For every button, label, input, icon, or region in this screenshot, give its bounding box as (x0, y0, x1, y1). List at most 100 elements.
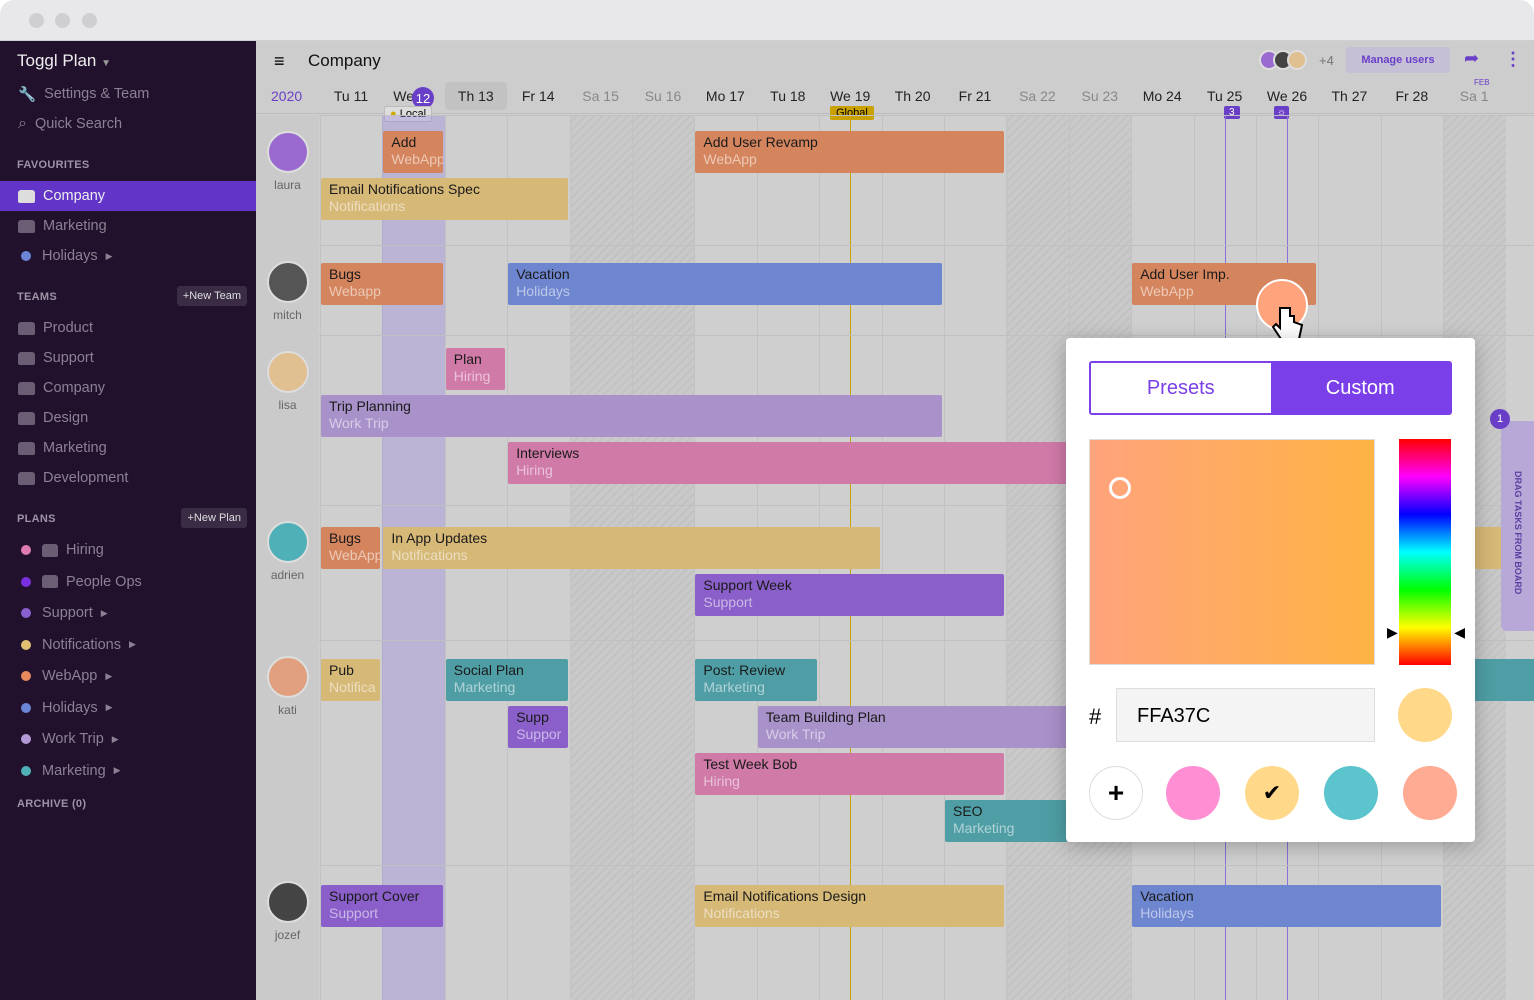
day-header[interactable]: Tu 11 (320, 88, 382, 104)
task-bar[interactable]: Bugs WebApp (321, 527, 381, 569)
minimize-window-button[interactable] (55, 13, 70, 28)
favourite-item[interactable]: Holidays ▶ (0, 241, 256, 271)
day-header[interactable]: Mo 24 (1131, 88, 1193, 104)
day-header[interactable]: Th 20 (882, 88, 944, 104)
hue-handle-right-icon[interactable]: ◀ (1454, 624, 1465, 641)
task-bar[interactable]: Email Notifications Spec Notifications (321, 178, 568, 220)
add-color-button[interactable]: + (1089, 766, 1143, 820)
favourite-item[interactable]: Marketing (0, 211, 256, 241)
task-bar[interactable]: Pub Notifica (321, 659, 381, 701)
day-header[interactable]: Sa 15 (570, 88, 632, 104)
task-bar[interactable]: Interviews Hiring (508, 442, 1067, 484)
chevron-right-icon[interactable]: ▶ (101, 608, 108, 619)
color-swatch[interactable] (1166, 766, 1220, 820)
task-bar[interactable]: Vacation Holidays (508, 263, 942, 305)
avatar[interactable] (267, 131, 309, 173)
day-header[interactable]: Fr 28 (1381, 88, 1443, 104)
team-item[interactable]: Development (0, 463, 256, 493)
menu-icon[interactable]: ≡ (274, 51, 285, 72)
drag-tasks-panel[interactable]: DRAG TASKS FROM BOARD (1501, 421, 1534, 631)
color-swatch[interactable] (1324, 766, 1378, 820)
tab-presets[interactable]: Presets (1091, 363, 1271, 413)
day-header[interactable]: Th 13 (444, 82, 507, 110)
task-bar[interactable]: Add WebApp (383, 131, 443, 173)
avatar[interactable] (267, 656, 309, 698)
day-header[interactable]: Th 27 (1318, 88, 1380, 104)
avatar[interactable] (267, 351, 309, 393)
hue-handle-left-icon[interactable]: ▶ (1387, 624, 1398, 641)
plan-item[interactable]: Marketing ▶ (0, 756, 256, 786)
day-header[interactable]: We 26 (1256, 88, 1318, 104)
avatar[interactable] (267, 881, 309, 923)
color-swatch[interactable] (1403, 766, 1457, 820)
day-header[interactable]: Fr 14 (507, 88, 569, 104)
plan-item[interactable]: WebApp ▶ (0, 661, 256, 691)
task-bar[interactable]: Email Notifications Design Notifications (695, 885, 1005, 927)
task-bar[interactable]: Vacation Holidays (1132, 885, 1442, 927)
avatar[interactable] (267, 261, 309, 303)
plan-item[interactable]: People Ops (0, 567, 256, 597)
plan-item[interactable]: Support ▶ (0, 598, 256, 628)
plan-item[interactable]: Work Trip ▶ (0, 724, 256, 754)
chevron-right-icon[interactable]: ▶ (106, 702, 113, 713)
task-bar[interactable]: Plan Hiring (445, 348, 506, 390)
team-label: Development (43, 470, 129, 486)
tab-custom[interactable]: Custom (1270, 363, 1450, 413)
new-team-button[interactable]: +New Team (176, 286, 247, 306)
workspace-switcher[interactable]: Toggl Plan ▼ (17, 51, 111, 71)
archive-link[interactable]: ARCHIVE (0) (17, 798, 86, 810)
chevron-right-icon[interactable]: ▶ (129, 639, 136, 650)
plan-item[interactable]: Holidays ▶ (0, 693, 256, 723)
saturation-area[interactable] (1089, 439, 1375, 665)
user-avatars[interactable] (1259, 50, 1307, 70)
chevron-right-icon[interactable]: ▶ (112, 734, 119, 745)
close-window-button[interactable] (29, 13, 44, 28)
task-bar[interactable]: Trip Planning Work Trip (321, 395, 942, 437)
day-header[interactable]: Mo 17 (694, 88, 756, 104)
favourite-item[interactable]: Company (0, 181, 256, 211)
team-item[interactable]: Support (0, 343, 256, 373)
team-item[interactable]: Design (0, 403, 256, 433)
day-header[interactable]: Sa 22 (1006, 88, 1068, 104)
avatar[interactable] (267, 521, 309, 563)
more-options-icon[interactable]: ⋮ (1504, 49, 1522, 70)
hue-slider[interactable]: ▶ ◀ (1387, 439, 1465, 665)
task-plan: Suppor (516, 726, 562, 742)
task-bar[interactable]: Support Week Support (695, 574, 1005, 616)
day-header[interactable]: Su 23 (1069, 88, 1131, 104)
chevron-right-icon[interactable]: ▶ (106, 251, 113, 262)
hex-input[interactable]: FFA37C (1116, 688, 1375, 742)
plan-item[interactable]: Hiring (0, 535, 256, 565)
share-icon[interactable]: ➦ (1464, 48, 1479, 69)
day-header[interactable]: Tu 25 (1194, 88, 1256, 104)
plan-item[interactable]: Notifications ▶ (0, 630, 256, 660)
chevron-right-icon[interactable]: ▶ (105, 671, 112, 682)
saturation-handle[interactable] (1109, 477, 1131, 499)
task-bar[interactable]: SEO Marketing (945, 800, 1067, 842)
task-bar[interactable]: Bugs Webapp (321, 263, 443, 305)
task-bar[interactable]: Supp Suppor (508, 706, 568, 748)
task-bar[interactable]: In App Updates Notifications (383, 527, 880, 569)
day-header[interactable]: We 19 (819, 88, 881, 104)
chevron-right-icon[interactable]: ▶ (114, 765, 121, 776)
day-header[interactable]: Tu 18 (757, 88, 819, 104)
task-bar[interactable]: Support Cover Support (321, 885, 443, 927)
year-label[interactable]: 2020 (271, 88, 302, 104)
task-bar[interactable]: Add User Revamp WebApp (695, 131, 1005, 173)
settings-link[interactable]: 🔧 Settings & Team (0, 79, 256, 109)
team-item[interactable]: Marketing (0, 433, 256, 463)
day-header[interactable]: Sa 1 (1443, 88, 1505, 104)
maximize-window-button[interactable] (82, 13, 97, 28)
team-item[interactable]: Company (0, 373, 256, 403)
task-bar[interactable]: Test Week Bob Hiring (695, 753, 1005, 795)
task-bar[interactable]: Social Plan Marketing (445, 659, 568, 701)
task-bar[interactable]: Post: Review Marketing (695, 659, 818, 701)
task-plan: Support (329, 905, 379, 921)
manage-users-button[interactable]: Manage users (1346, 47, 1450, 73)
color-swatch[interactable]: ✔ (1245, 766, 1299, 820)
new-plan-button[interactable]: +New Plan (181, 508, 247, 528)
team-item[interactable]: Product (0, 313, 256, 343)
day-header[interactable]: Su 16 (632, 88, 694, 104)
quick-search-link[interactable]: ⌕ Quick Search (0, 109, 256, 139)
day-header[interactable]: Fr 21 (944, 88, 1006, 104)
